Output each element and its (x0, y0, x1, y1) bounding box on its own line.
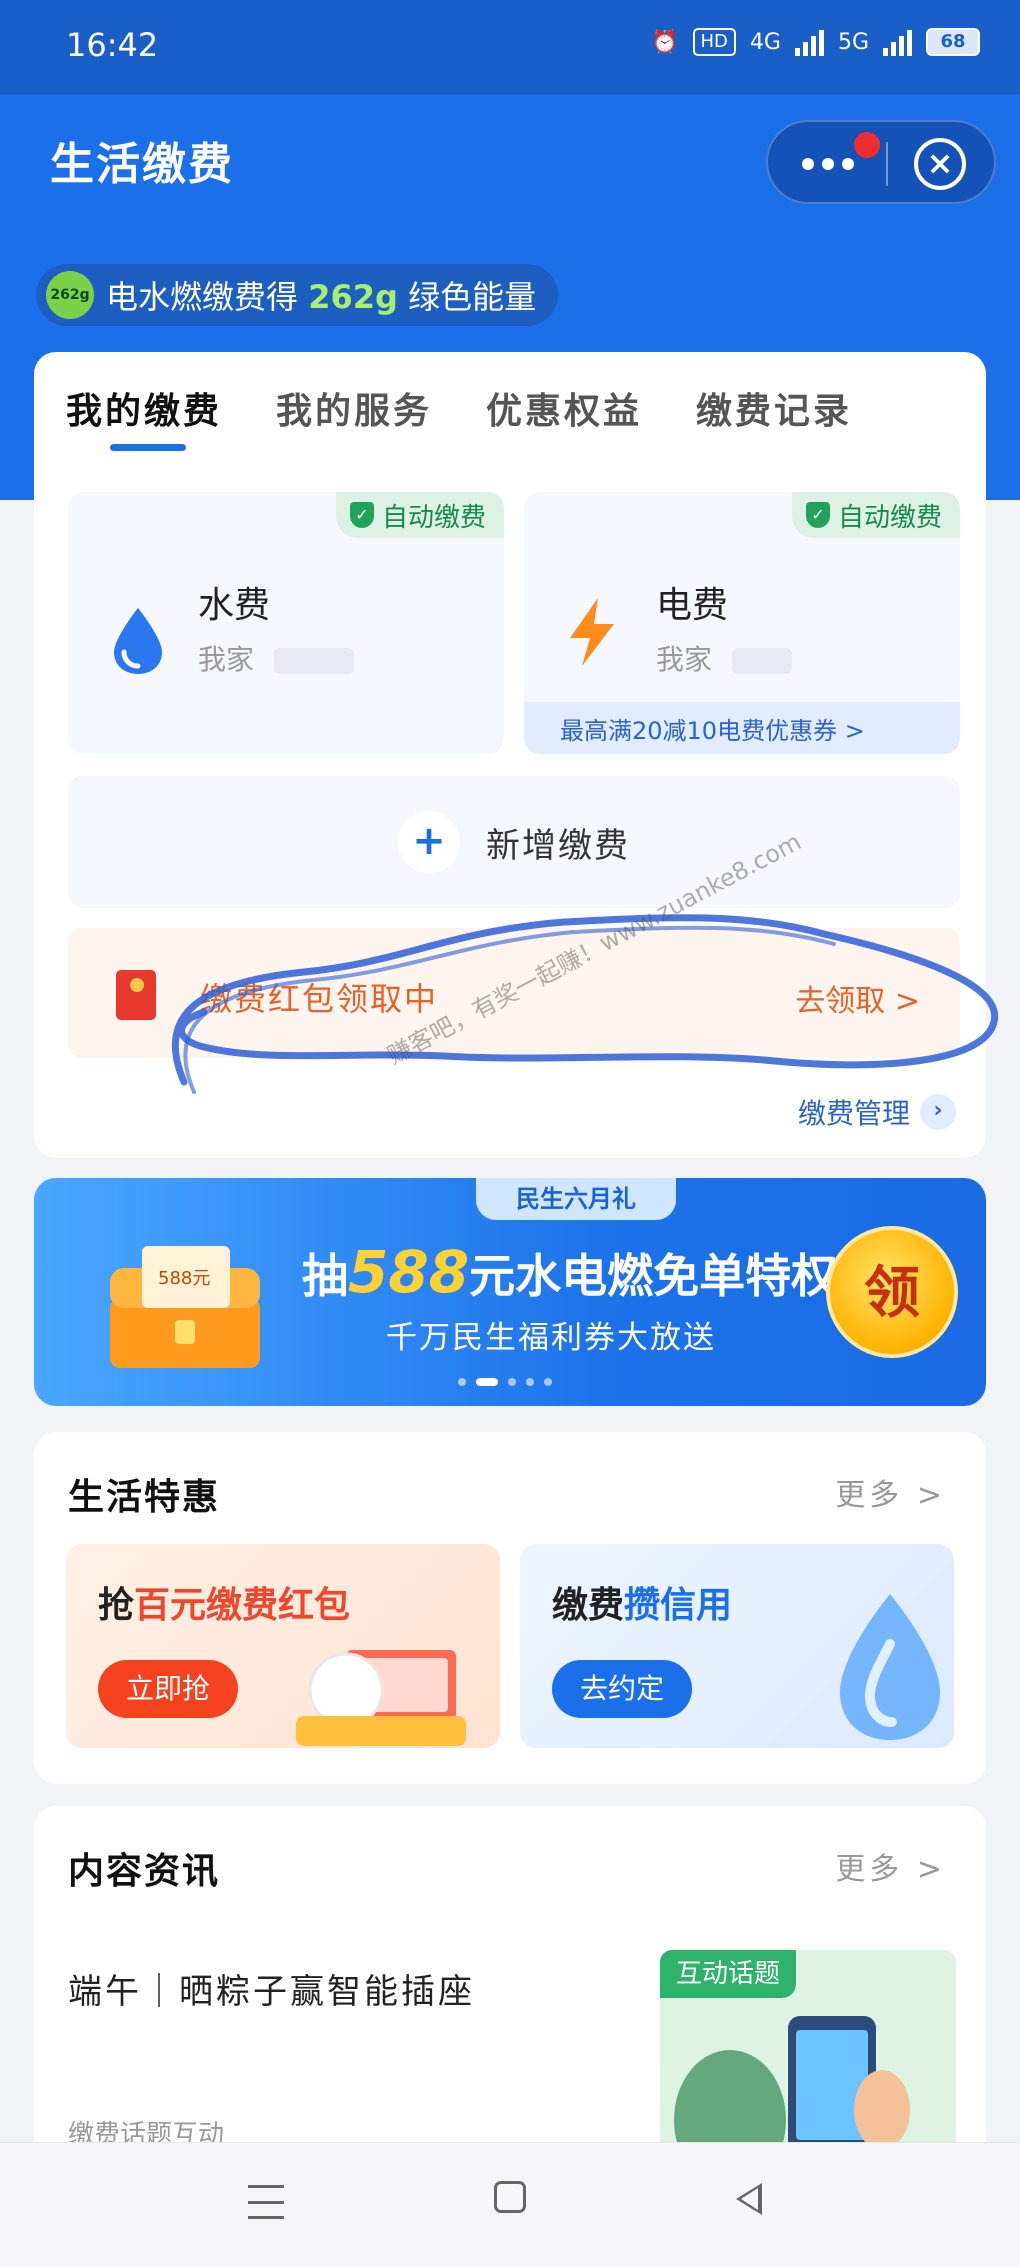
energy-text: 电水燃缴费得 262g 绿色能量 (106, 278, 537, 316)
news-thumbnail[interactable]: 互动话题 (660, 1950, 956, 2166)
water-drop-icon (114, 608, 162, 674)
tab-my-bills[interactable]: 我的缴费 (66, 382, 222, 434)
notification-dot (854, 132, 880, 158)
section-title: 内容资讯 (68, 1851, 221, 1892)
banner-tag: 民生六月礼 (476, 1178, 676, 1220)
red-envelope-icon (116, 970, 156, 1020)
green-energy-banner[interactable]: 262g 电水燃缴费得 262g 绿色能量 (36, 264, 559, 326)
more-link[interactable]: 更多 > (835, 1844, 946, 1888)
energy-badge-icon: 262g (46, 271, 94, 319)
auto-pay-badge: ✓ 自动缴费 (335, 492, 504, 538)
phone-hand-illustration (674, 2016, 910, 2166)
battery-icon: 68 (926, 28, 980, 56)
deal-card-credit[interactable]: 缴费攒信用 去约定 (520, 1544, 954, 1748)
shield-check-icon: ✓ (349, 502, 374, 528)
red-packet-text: 缴费红包领取中 (200, 980, 439, 1018)
chest-label: 588元 (158, 1268, 211, 1289)
tab-bill-records[interactable]: 缴费记录 (696, 382, 852, 434)
deal-title: 缴费攒信用 (552, 1585, 733, 1626)
claim-link[interactable]: 去领取 > (795, 976, 920, 1020)
capsule-divider (886, 142, 888, 186)
news-headline[interactable]: 端午｜晒粽子赢智能插座 (68, 1964, 475, 2013)
active-tab-indicator (110, 444, 186, 451)
recent-apps-icon[interactable] (248, 2185, 284, 2219)
alarm-icon: ⏰ (651, 29, 679, 55)
system-nav-bar (0, 2142, 1020, 2267)
add-bill-button[interactable]: + 新增缴费 (68, 776, 960, 908)
status-bar: 16:42 ⏰ HD 4G 5G 68 (0, 0, 1020, 95)
mini-program-capsule: × (766, 120, 996, 204)
electricity-coupon-link[interactable]: 最高满20减10电费优惠券 > (524, 702, 960, 754)
plus-icon: + (398, 811, 460, 873)
status-icons: ⏰ HD 4G 5G 68 (651, 28, 980, 56)
page-title: 生活缴费 (50, 139, 234, 190)
tab-my-services[interactable]: 我的服务 (276, 382, 432, 434)
add-bill-label: 新增缴费 (486, 825, 630, 866)
signal-4g-label: 4G (749, 29, 781, 55)
claim-coin-button[interactable]: 领 (826, 1226, 958, 1358)
banner-title: 抽588元水电燃免单特权 (302, 1238, 838, 1306)
promo-banner[interactable]: 民生六月礼 588元 抽588元水电燃免单特权 千万民生福利券大放送 领 (34, 1178, 986, 1406)
lightning-icon (570, 598, 614, 666)
chevron-right-icon: › (920, 1094, 956, 1130)
electricity-bill-card[interactable]: ✓ 自动缴费 电费 我家 最高满20减10电费优惠券 > (524, 492, 960, 754)
treasure-chest-icon (110, 1246, 260, 1368)
news-section: 内容资讯 更多 > 端午｜晒粽子赢智能插座 缴费话题互动 互动话题 (34, 1806, 986, 2166)
status-time: 16:42 (66, 26, 159, 64)
bill-management-link[interactable]: 缴费管理 › (798, 1092, 956, 1132)
life-deals-section: 生活特惠 更多 > 抢百元缴费红包 立即抢 缴费攒信用 去约定 (34, 1432, 986, 1784)
grab-now-button[interactable]: 立即抢 (98, 1660, 239, 1718)
make-appointment-button[interactable]: 去约定 (552, 1660, 693, 1718)
tab-benefits[interactable]: 优惠权益 (486, 382, 642, 434)
tab-bar: 我的缴费 我的服务 优惠权益 缴费记录 (66, 382, 852, 434)
auto-pay-badge: ✓ 自动缴费 (791, 492, 960, 538)
deal-card-red-packet[interactable]: 抢百元缴费红包 立即抢 (66, 1544, 500, 1748)
signal-bars-icon (794, 28, 824, 56)
back-icon[interactable] (736, 2183, 762, 2215)
signal-5g-label: 5G (837, 29, 869, 55)
bill-account: 我家 (656, 638, 793, 678)
bill-name: 电费 (656, 585, 729, 626)
section-title: 生活特惠 (68, 1477, 221, 1518)
close-circle-icon[interactable]: × (914, 138, 966, 190)
shield-check-icon: ✓ (805, 502, 830, 528)
signal-bars-icon (883, 28, 912, 56)
water-drop-3d-icon (840, 1594, 940, 1740)
laptop-gift-illustration (296, 1650, 466, 1746)
bill-account: 我家 (198, 638, 355, 678)
more-link[interactable]: 更多 > (835, 1470, 946, 1514)
bill-name: 水费 (198, 585, 271, 626)
carousel-indicator (458, 1378, 552, 1386)
my-bills-card: 我的缴费 我的服务 优惠权益 缴费记录 ✓ 自动缴费 水费 我家 ✓ 自动缴费 … (34, 352, 999, 1158)
banner-subtitle: 千万民生福利券大放送 (386, 1320, 716, 1356)
hd-icon: HD (692, 28, 736, 56)
water-bill-card[interactable]: ✓ 自动缴费 水费 我家 (68, 492, 504, 754)
deal-title: 抢百元缴费红包 (98, 1585, 351, 1626)
home-icon[interactable] (494, 2181, 526, 2213)
